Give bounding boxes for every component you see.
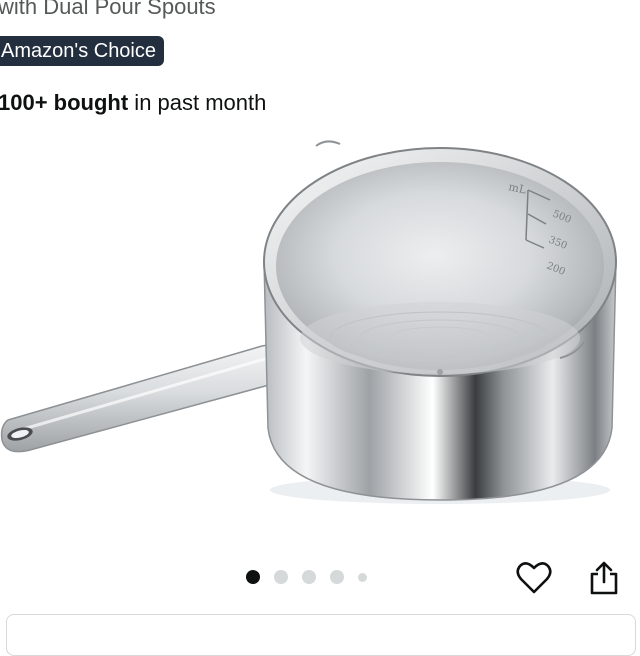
share-icon [590, 561, 618, 595]
carousel-dot-4[interactable] [330, 570, 344, 584]
bought-count: 100+ bought [0, 90, 129, 115]
product-image[interactable]: mL 500 350 200 [0, 128, 640, 528]
bought-suffix: in past month [128, 90, 267, 115]
bought-in-past-month: 100+ bought in past month [0, 90, 266, 116]
next-section-card [6, 614, 636, 656]
carousel-dot-3[interactable] [302, 570, 316, 584]
amazons-choice-badge[interactable]: Amazon's Choice [0, 36, 164, 66]
carousel-dot-2[interactable] [274, 570, 288, 584]
carousel-dot-1[interactable] [246, 570, 260, 584]
product-subtitle: with Dual Pour Spouts [0, 0, 216, 19]
carousel-dot-5[interactable] [358, 572, 367, 582]
favorite-button[interactable] [514, 556, 554, 600]
heart-icon [516, 562, 552, 594]
image-carousel-dots [246, 568, 381, 586]
share-button[interactable] [584, 556, 624, 600]
